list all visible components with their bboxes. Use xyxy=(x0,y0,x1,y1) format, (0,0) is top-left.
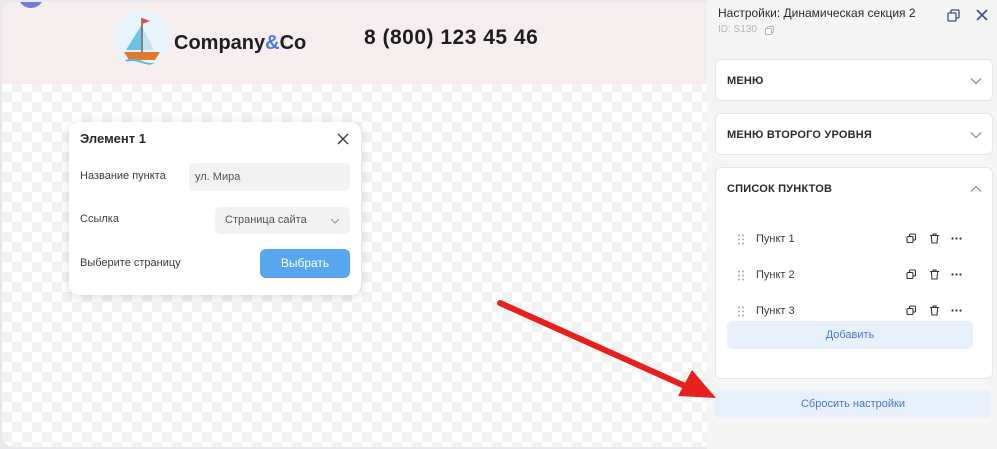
list-item-label: Пункт 3 xyxy=(756,305,795,317)
chevron-up-icon[interactable] xyxy=(970,185,982,193)
settings-panel: Настройки: Динамическая секция 2 ID: S13… xyxy=(707,0,997,449)
corner-indicator xyxy=(18,2,44,8)
accordion-items-list: СПИСОК ПУНКТОВ Пункт 1 Пункт 2 Пункт 3 Д… xyxy=(715,167,993,379)
chevron-down-icon xyxy=(970,132,982,139)
brand-main: Company xyxy=(174,32,266,54)
link-field-label: Ссылка xyxy=(80,213,119,225)
popup-title: Элемент 1 xyxy=(80,131,146,146)
drag-handle-icon[interactable] xyxy=(737,234,745,245)
list-item[interactable]: Пункт 2 xyxy=(716,265,992,285)
brand-tail: Co xyxy=(279,32,307,54)
drag-handle-icon[interactable] xyxy=(737,270,745,281)
more-icon[interactable] xyxy=(951,233,962,244)
chevron-down-icon xyxy=(330,218,340,224)
more-icon[interactable] xyxy=(951,305,962,316)
copy-icon[interactable] xyxy=(906,233,917,244)
element-edit-popup: Элемент 1 Название пункта Ссылка Страниц… xyxy=(69,122,361,295)
accordion-items-title[interactable]: СПИСОК ПУНКТОВ xyxy=(727,183,832,195)
panel-title: Настройки: Динамическая секция 2 xyxy=(718,6,916,20)
copy-id-icon[interactable] xyxy=(765,26,774,35)
chevron-down-icon xyxy=(970,78,982,85)
accordion-menu-title: МЕНЮ xyxy=(727,75,764,87)
accordion-submenu-title: МЕНЮ ВТОРОГО УРОВНЯ xyxy=(727,129,873,141)
trash-icon[interactable] xyxy=(929,269,940,280)
accordion-menu[interactable]: МЕНЮ xyxy=(715,59,993,101)
phone-number: 8 (800) 123 45 46 xyxy=(364,26,539,49)
list-item-label: Пункт 1 xyxy=(756,233,795,245)
brand-name: Company&Co xyxy=(174,32,306,55)
link-type-value: Страница сайта xyxy=(225,214,307,226)
list-item-label: Пункт 2 xyxy=(756,269,795,281)
close-icon[interactable] xyxy=(976,9,988,21)
page-field-label: Выберите страницу xyxy=(80,257,181,269)
list-item[interactable]: Пункт 3 xyxy=(716,301,992,321)
list-item[interactable]: Пункт 1 xyxy=(716,229,992,249)
accordion-submenu[interactable]: МЕНЮ ВТОРОГО УРОВНЯ xyxy=(715,113,993,155)
reset-settings-button[interactable]: Сбросить настройки xyxy=(715,390,991,418)
drag-handle-icon[interactable] xyxy=(737,306,745,317)
brand-ampersand: & xyxy=(265,32,280,54)
copy-icon[interactable] xyxy=(906,269,917,280)
link-type-select[interactable]: Страница сайта xyxy=(215,207,350,234)
trash-icon[interactable] xyxy=(929,305,940,316)
add-item-button[interactable]: Добавить xyxy=(727,321,973,349)
section-id: ID: S130 xyxy=(718,24,757,35)
detach-window-icon[interactable] xyxy=(947,9,960,22)
logo-sailboat-icon xyxy=(114,10,170,66)
trash-icon[interactable] xyxy=(929,233,940,244)
close-icon[interactable] xyxy=(335,131,351,147)
name-field-input[interactable] xyxy=(189,163,350,191)
choose-page-button[interactable]: Выбрать xyxy=(260,249,350,278)
more-icon[interactable] xyxy=(951,269,962,280)
copy-icon[interactable] xyxy=(906,305,917,316)
name-field-label: Название пункта xyxy=(80,170,166,182)
